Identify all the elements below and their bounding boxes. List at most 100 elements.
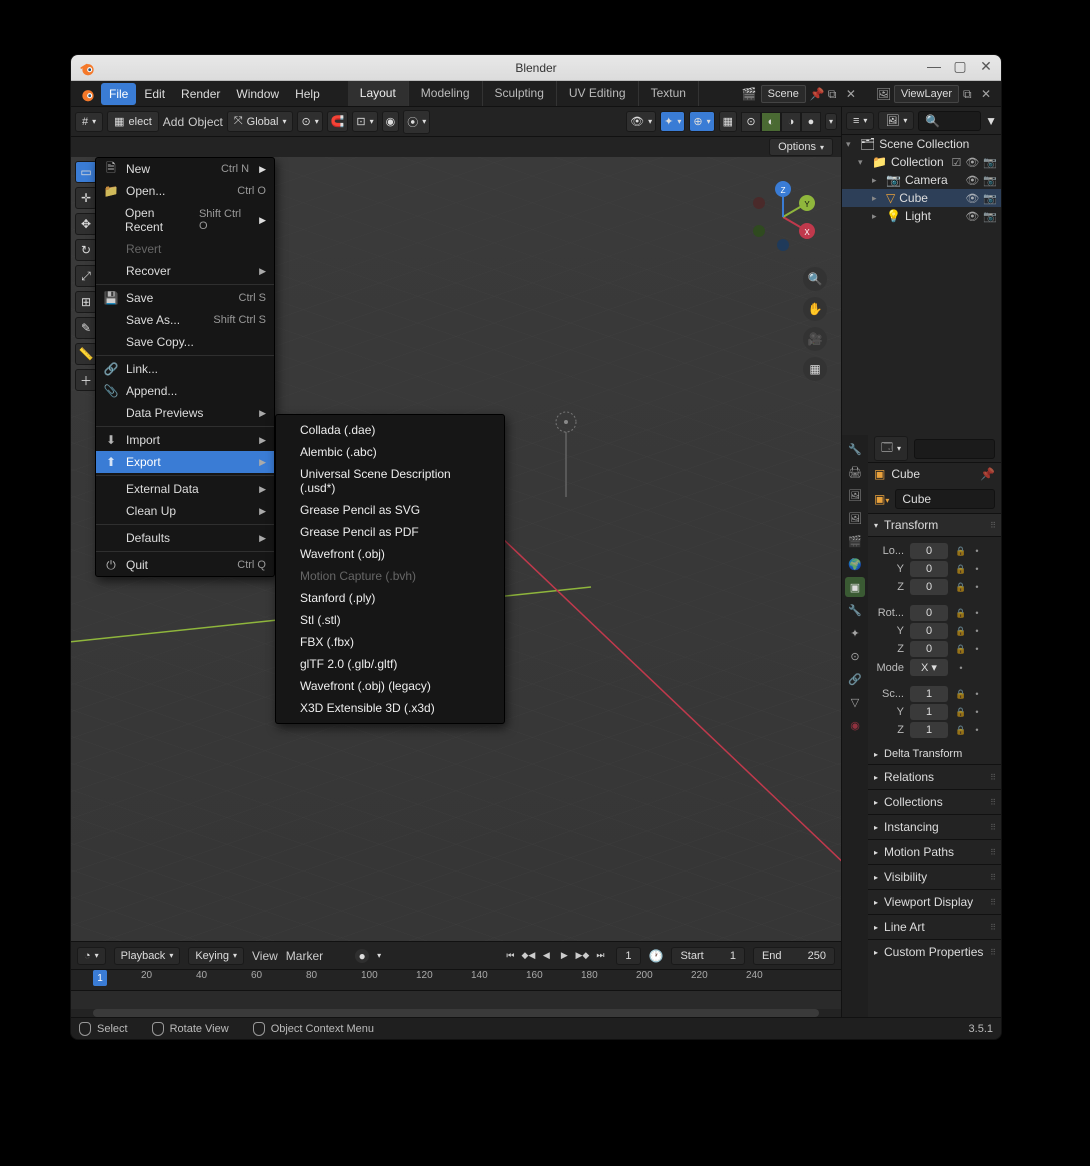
menu-file[interactable]: File: [101, 83, 136, 105]
menu-edit[interactable]: Edit: [136, 83, 173, 105]
panel-relations[interactable]: ▸Relations⠿: [868, 764, 1001, 789]
close-button[interactable]: ✕: [977, 57, 995, 75]
shading-modes[interactable]: ⊙◐◑●: [741, 112, 821, 132]
tab-render[interactable]: 🖨: [845, 462, 865, 482]
nav-gizmo[interactable]: X Y Z: [743, 177, 823, 257]
object-name-field[interactable]: Cube: [895, 489, 995, 509]
export-grease-pencil-as-pdf[interactable]: Grease Pencil as PDF: [276, 521, 504, 543]
panel-custom-properties[interactable]: ▸Custom Properties⠿: [868, 939, 1001, 964]
tab-scene[interactable]: 🎬: [845, 531, 865, 551]
workspace-tabs[interactable]: LayoutModelingSculptingUV EditingTextun: [348, 81, 699, 106]
browse-scene-icon[interactable]: 🎬: [742, 87, 757, 101]
panel-viewport-display[interactable]: ▸Viewport Display⠿: [868, 889, 1001, 914]
scene-selector[interactable]: Scene: [761, 85, 806, 103]
export-grease-pencil-as-svg[interactable]: Grease Pencil as SVG: [276, 499, 504, 521]
mode-selector[interactable]: ▦ elect: [107, 111, 159, 132]
outliner-type[interactable]: ≡▾: [846, 112, 874, 130]
file-menu-save[interactable]: 💾SaveCtrl S: [96, 287, 274, 309]
play-reverse[interactable]: ◀: [538, 948, 554, 964]
end-frame-field[interactable]: End 250: [753, 947, 835, 965]
editor-type-button[interactable]: #▾: [75, 112, 103, 132]
menu-object[interactable]: Object: [188, 115, 223, 129]
tab-modifiers[interactable]: 🔧: [845, 600, 865, 620]
keying-menu[interactable]: Keying ▾: [188, 947, 244, 965]
tool-move[interactable]: ✥: [75, 213, 97, 235]
3d-viewport[interactable]: ▭ ✛ ✥ ↻ ⤢ ⊞ ✎ 📏 ＋ X Y Z: [71, 157, 841, 941]
options-button[interactable]: Options ▾: [769, 138, 833, 156]
tab-data[interactable]: ▽: [845, 692, 865, 712]
jump-start[interactable]: ⏮: [502, 948, 518, 964]
panel-visibility[interactable]: ▸Visibility⠿: [868, 864, 1001, 889]
zoom-button[interactable]: 🔍: [803, 267, 827, 291]
export-stl-stl-[interactable]: Stl (.stl): [276, 609, 504, 631]
export-collada-dae-[interactable]: Collada (.dae): [276, 419, 504, 441]
blender-icon[interactable]: [79, 85, 97, 103]
title-bar[interactable]: Blender — ▢ ✕: [71, 55, 1001, 81]
panel-line-art[interactable]: ▸Line Art⠿: [868, 914, 1001, 939]
outliner-display[interactable]: 🖼▾: [878, 111, 914, 130]
remove-scene-icon[interactable]: ✕: [846, 87, 860, 101]
keyframe-prev[interactable]: ◆◀: [520, 948, 536, 964]
file-menu-new[interactable]: 🗎NewCtrl N▶: [96, 158, 274, 180]
pivot-button[interactable]: ⊙▾: [297, 111, 322, 132]
panel-collections[interactable]: ▸Collections⠿: [868, 789, 1001, 814]
file-menu-save-copy-[interactable]: Save Copy...: [96, 331, 274, 353]
timeline-view-menu[interactable]: View: [252, 949, 278, 963]
copy-viewlayer-icon[interactable]: ⧉: [963, 87, 977, 101]
tab-material[interactable]: ◉: [845, 715, 865, 735]
tool-annotate[interactable]: ✎: [75, 317, 97, 339]
file-menu-quit[interactable]: ⏻QuitCtrl Q: [96, 554, 274, 576]
menu-add[interactable]: Add: [163, 115, 184, 129]
outliner-item-light[interactable]: ▸💡Light👁📷: [842, 207, 1001, 225]
panel-instancing[interactable]: ▸Instancing⠿: [868, 814, 1001, 839]
perspective-button[interactable]: ▦: [803, 357, 827, 381]
tool-add[interactable]: ＋: [75, 369, 97, 391]
file-menu-link-[interactable]: 🔗Link...: [96, 358, 274, 380]
autokey-button[interactable]: ●: [355, 949, 369, 963]
tab-uv editing[interactable]: UV Editing: [557, 81, 639, 106]
props-type[interactable]: 🗔▾: [874, 436, 908, 461]
viewlayer-selector[interactable]: ViewLayer: [894, 85, 959, 103]
tab-physics[interactable]: ⊙: [845, 646, 865, 666]
file-menu-clean-up[interactable]: Clean Up▶: [96, 500, 274, 522]
menu-window[interactable]: Window: [228, 83, 287, 105]
export-x3d-extensible-3d-x3d-[interactable]: X3D Extensible 3D (.x3d): [276, 697, 504, 719]
start-frame-field[interactable]: Start 1: [671, 947, 744, 965]
tab-particles[interactable]: ✦: [845, 623, 865, 643]
camera-view-button[interactable]: 🎥: [803, 327, 827, 351]
remove-viewlayer-icon[interactable]: ✕: [981, 87, 995, 101]
timeline-track[interactable]: [71, 990, 841, 1009]
tool-cursor[interactable]: ✛: [75, 187, 97, 209]
export-gltf-2-0-glb-gltf-[interactable]: glTF 2.0 (.glb/.gltf): [276, 653, 504, 675]
tool-select-box[interactable]: ▭: [75, 161, 97, 183]
tool-measure[interactable]: 📏: [75, 343, 97, 365]
orientation-selector[interactable]: ⤧ Global ▾: [227, 111, 294, 132]
transform-panel-header[interactable]: ▾Transform⠿: [868, 514, 1001, 537]
menu-render[interactable]: Render: [173, 83, 228, 105]
file-menu-save-as-[interactable]: Save As...Shift Ctrl S: [96, 309, 274, 331]
file-menu-append-[interactable]: 📎Append...: [96, 380, 274, 402]
tab-sculpting[interactable]: Sculpting: [483, 81, 557, 106]
jump-end[interactable]: ⏭: [592, 948, 608, 964]
shading-options[interactable]: ▾: [825, 113, 837, 130]
tool-rotate[interactable]: ↻: [75, 239, 97, 261]
export-stanford-ply-[interactable]: Stanford (.ply): [276, 587, 504, 609]
tab-textun[interactable]: Textun: [639, 81, 699, 106]
xray-button[interactable]: ▦: [719, 111, 737, 132]
outliner-search[interactable]: 🔍: [918, 111, 981, 131]
maximize-button[interactable]: ▢: [951, 57, 969, 75]
outliner[interactable]: ▾🗂Scene Collection ▾📁Collection ☑👁📷 ▸📷Ca…: [842, 135, 1001, 435]
export-universal-scene-description-usd-[interactable]: Universal Scene Description (.usd*): [276, 463, 504, 499]
copy-scene-icon[interactable]: ⧉: [828, 87, 842, 101]
tool-transform[interactable]: ⊞: [75, 291, 97, 313]
snap-mode-button[interactable]: ⊡▾: [352, 111, 377, 132]
file-menu-import[interactable]: ⬇Import▶: [96, 429, 274, 451]
file-menu-recover[interactable]: Recover▶: [96, 260, 274, 282]
file-menu-defaults[interactable]: Defaults▶: [96, 527, 274, 549]
export-fbx-fbx-[interactable]: FBX (.fbx): [276, 631, 504, 653]
prop-mode-button[interactable]: ⦿▾: [403, 110, 430, 134]
outliner-item-camera[interactable]: ▸📷Camera👁📷: [842, 171, 1001, 189]
export-alembic-abc-[interactable]: Alembic (.abc): [276, 441, 504, 463]
tab-constraints[interactable]: 🔗: [845, 669, 865, 689]
timeline-scrollbar[interactable]: [93, 1009, 819, 1017]
